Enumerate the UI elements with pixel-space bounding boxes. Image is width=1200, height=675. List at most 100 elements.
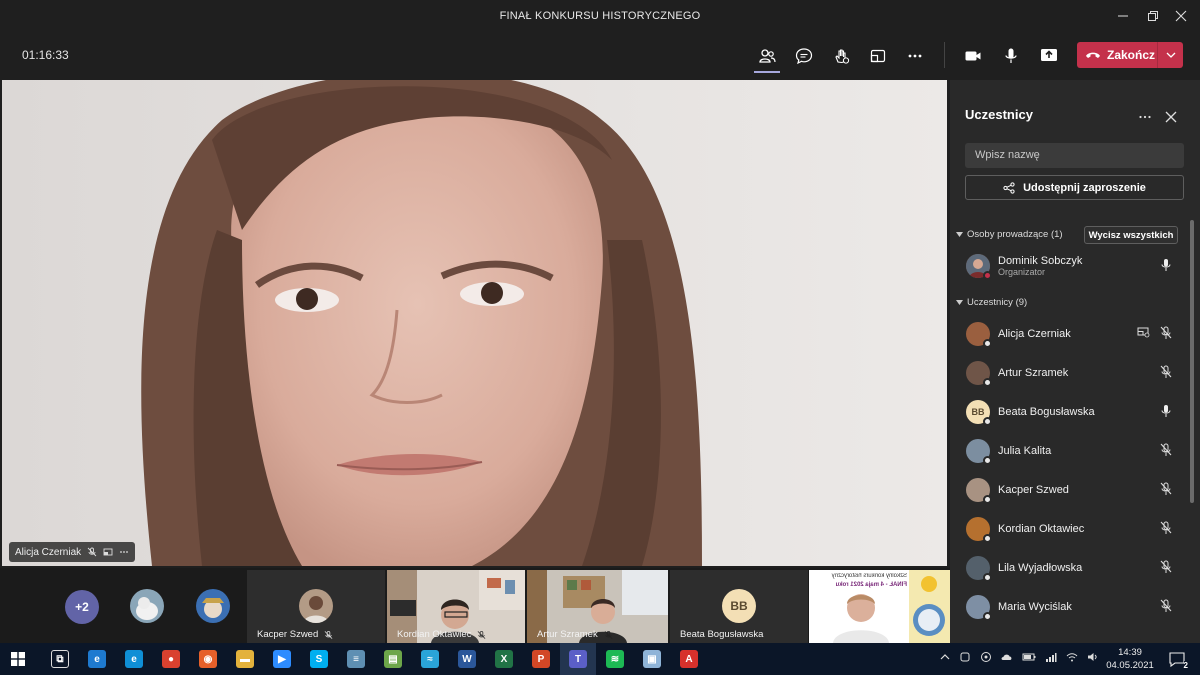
taskbar-clock[interactable]: 14:39 04.05.2021 [1106,646,1154,672]
taskbar-app-button[interactable]: ▶ [264,643,300,675]
participant-row[interactable]: Artur Szramek [962,355,1180,391]
video-tile[interactable]: BB Beata Bogusławska [670,570,808,643]
mic-muted-icon [1160,443,1172,456]
reactions-button[interactable] [826,42,856,70]
share-screen-button[interactable] [1038,44,1060,66]
video-tile[interactable]: Kordian Oktawiec [387,570,525,643]
excel-icon: X [495,650,513,668]
avatar [966,478,992,504]
participant-row[interactable]: Julia Kalita [962,433,1180,469]
microphone-button[interactable] [996,42,1026,70]
participant-search-input[interactable]: Wpisz nazwę [965,143,1184,168]
attendees-section-header[interactable]: Uczestnicy (9) [956,297,1027,308]
avatar [966,254,992,280]
mic-muted-icon [1160,521,1172,534]
meet-now-icon[interactable] [980,651,992,663]
more-icon [908,54,922,58]
zoom-icon: ▶ [273,650,291,668]
participant-name: Beata Bogusławska [998,406,1095,418]
taskbar-app-button[interactable]: T [560,643,596,675]
tray-app-icon[interactable] [959,651,971,663]
status-indicator [983,378,992,387]
taskbar-app-button[interactable]: e [79,643,115,675]
hangup-options-button[interactable] [1158,42,1183,68]
taskbar-app-button[interactable]: ▬ [227,643,263,675]
participant-row[interactable]: Maria Wyciślak [962,589,1180,625]
close-icon [1165,111,1177,123]
chat-button[interactable] [789,42,819,70]
speaker-name-tag: Alicja Czerniak [9,542,136,562]
taskbar-app-button[interactable]: W [449,643,485,675]
panel-close-button[interactable] [1164,110,1178,129]
taskbar-app-button[interactable]: A [671,643,707,675]
avatar[interactable] [130,589,164,623]
status-indicator [983,534,992,543]
participant-row[interactable]: BB Beata Bogusławska [962,394,1180,430]
start-button[interactable] [0,643,36,675]
shared-content-tile[interactable]: Szkolny konkurs historyczny FINAŁ - 4 ma… [809,570,950,643]
taskbar-app-button[interactable]: X [486,643,522,675]
more-participants-button[interactable]: +2 [65,590,99,624]
panel-scrollbar[interactable] [1190,220,1194,503]
taskbar-app-button[interactable]: ▤ [375,643,411,675]
participant-name: Dominik Sobczyk [998,255,1083,267]
share-icon [1003,181,1015,194]
status-indicator [983,456,992,465]
onedrive-icon[interactable] [1001,651,1013,663]
participants-button[interactable] [752,42,782,70]
battery-icon[interactable] [1022,651,1036,663]
participant-row[interactable]: Kordian Oktawiec [962,511,1180,547]
participant-row[interactable]: Lila Wyjadłowska [962,550,1180,586]
notifications-button[interactable]: 2 [1168,650,1188,670]
wifi-icon[interactable] [1066,651,1078,663]
participant-name: Lila Wyjadłowska [998,562,1083,574]
participant-row[interactable]: Alicja Czerniak [962,316,1180,352]
share-invite-button[interactable]: Udostępnij zaproszenie [965,175,1184,200]
more-actions-button[interactable] [900,42,930,70]
close-window-button[interactable] [1158,0,1200,32]
taskbar-app-button[interactable]: P [523,643,559,675]
more-icon[interactable] [119,547,129,557]
camera-button[interactable] [958,42,988,70]
participant-row[interactable]: Kacper Szwed [962,472,1180,508]
chevron-up-icon[interactable] [940,653,950,661]
video-tile[interactable]: Artur Szramek [527,570,668,643]
taskbar-app-button[interactable]: ≡ [338,643,374,675]
mute-all-button[interactable]: Wycisz wszystkich [1084,226,1178,244]
participant-name: Alicja Czerniak [998,328,1071,340]
windows-icon [11,652,25,666]
rooms-button[interactable] [863,42,893,70]
tile-label: Kordian Oktawiec [397,629,486,640]
taskbar-app-button[interactable]: ▣ [634,643,670,675]
hangup-button-group: Zakończ [1077,42,1183,68]
call-timer: 01:16:33 [22,48,69,62]
main-video-feed[interactable] [2,80,947,566]
tile-name: Kacper Szwed [257,629,319,640]
internet-explorer-icon: e [88,650,106,668]
hangup-button[interactable]: Zakończ [1077,42,1157,68]
taskbar-app-button[interactable]: ◉ [190,643,226,675]
participant-role: Organizator [998,267,1046,277]
spotify-icon: ≋ [606,650,624,668]
participant-status-icons [1160,521,1172,535]
tile-name: Kordian Oktawiec [397,629,472,640]
presenters-section-header[interactable]: Osoby prowadzące (1) [956,229,1063,240]
video-tile[interactable]: Kacper Szwed [247,570,385,643]
mic-muted-icon [324,630,333,639]
taskbar-app-button[interactable]: S [301,643,337,675]
taskbar-app-button[interactable]: ● [153,643,189,675]
attendees-header-label: Uczestnicy (9) [967,297,1028,308]
app-icon: ≈ [421,650,439,668]
taskbar-app-button[interactable]: ≋ [597,643,633,675]
participant-status-icons [1160,482,1172,496]
network-icon[interactable] [1045,651,1057,663]
taskbar-app-button[interactable]: ≈ [412,643,448,675]
taskbar-app-button[interactable]: e [116,643,152,675]
panel-more-button[interactable] [1138,110,1152,129]
avatar[interactable] [196,589,230,623]
taskbar-app-button[interactable]: ⧉ [42,643,78,675]
tile-label: Kacper Szwed [257,629,333,640]
volume-icon[interactable] [1087,651,1099,663]
participant-row[interactable]: Dominik Sobczyk Organizator [962,248,1180,284]
chrome-icon: ● [162,650,180,668]
